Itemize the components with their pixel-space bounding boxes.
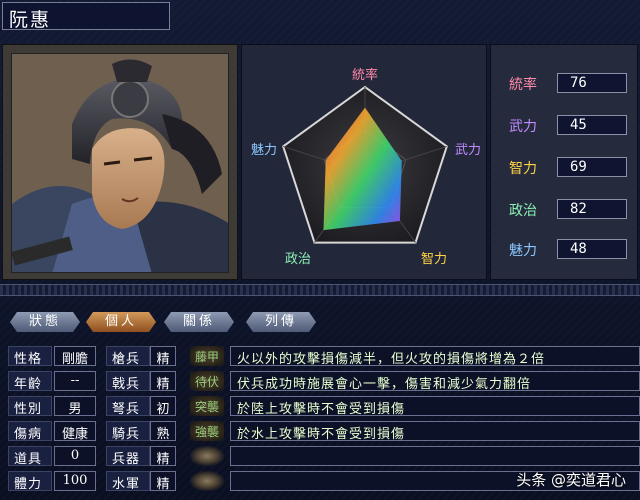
section-divider (0, 284, 640, 296)
stat-value: 76 (557, 73, 627, 93)
stat-row-politics: 政治 82 (501, 199, 629, 219)
officer-name: 阮惠 (2, 2, 170, 31)
stat-label: 統率 (509, 77, 537, 93)
stat-row-intelligence: 智力 69 (501, 157, 629, 177)
stat-row-charm: 魅力 48 (501, 239, 629, 259)
stat-label: 智力 (509, 161, 537, 177)
tab-status[interactable]: 狀態 (10, 312, 80, 332)
stat-row-war: 武力 45 (501, 115, 629, 135)
skill-description: 於陸上攻擊時不會受到損傷 (230, 396, 640, 416)
tab-personal[interactable]: 個人 (86, 312, 156, 332)
portrait-frame (2, 44, 238, 280)
radar-label-leadership: 統率 (352, 67, 378, 83)
troop-aptitude: 熟 (150, 421, 176, 442)
officer-portrait (11, 53, 229, 273)
stat-label: 魅力 (509, 243, 537, 259)
trait-label: 年齡 (8, 371, 52, 392)
trait-label: 傷病 (8, 421, 52, 442)
skill-icon[interactable]: 突襲 (190, 396, 224, 416)
troop-label: 戟兵 (106, 371, 150, 392)
trait-label: 體力 (8, 471, 52, 492)
stat-value: 82 (557, 199, 627, 219)
radar-label-intelligence: 智力 (421, 252, 447, 267)
trait-value: 0 (54, 446, 96, 466)
trait-value: 健康 (54, 421, 96, 442)
troop-aptitude: 精 (150, 346, 176, 367)
trait-value: 100 (54, 471, 96, 491)
radar-label-politics: 政治 (285, 252, 311, 267)
empty-skill-slot-icon (190, 446, 224, 466)
troop-label: 兵器 (106, 446, 150, 467)
stat-value: 48 (557, 239, 627, 259)
trait-label: 性格 (8, 346, 52, 367)
radar-chart: 統率 武力 智力 政治 魅力 (251, 67, 481, 267)
troop-aptitude: 精 (150, 371, 176, 392)
stat-value: 45 (557, 115, 627, 135)
trait-value: 男 (54, 396, 96, 417)
watermark: 头条 @奕道君心 (516, 471, 626, 489)
trait-label: 道具 (8, 446, 52, 467)
skill-description: 於水上攻擊時不會受到損傷 (230, 421, 640, 441)
trait-label: 性別 (8, 396, 52, 417)
troop-aptitude: 初 (150, 396, 176, 417)
troop-aptitude: 精 (150, 471, 176, 492)
stat-row-leadership: 統率 76 (501, 73, 629, 93)
tab-relations[interactable]: 關係 (164, 312, 234, 332)
tab-biography[interactable]: 列傳 (246, 312, 316, 332)
radar-label-charm: 魅力 (251, 143, 277, 158)
skill-description: 火以外的攻擊損傷減半，但火攻的損傷將增為２倍 (230, 346, 640, 366)
stat-label: 武力 (509, 119, 537, 135)
troop-label: 騎兵 (106, 421, 150, 442)
skill-icon[interactable]: 強襲 (190, 421, 224, 441)
stats-panel: 統率 76 武力 45 智力 69 政治 82 魅力 48 (490, 44, 638, 280)
stat-label: 政治 (509, 203, 537, 219)
trait-value: 剛膽 (54, 346, 96, 367)
troop-aptitude: 精 (150, 446, 176, 467)
radar-chart-panel: 統率 武力 智力 政治 魅力 (241, 44, 487, 280)
skill-icon[interactable]: 藤甲 (190, 346, 224, 366)
troop-label: 槍兵 (106, 346, 150, 367)
skill-icon[interactable]: 待伏 (190, 371, 224, 391)
empty-skill-slot-icon (190, 471, 224, 491)
troop-label: 水軍 (106, 471, 150, 492)
skill-description-empty (230, 446, 640, 466)
skill-description: 伏兵成功時施展會心一擊，傷害和減少氣力翻倍 (230, 371, 640, 391)
radar-label-war: 武力 (455, 143, 481, 158)
troop-label: 弩兵 (106, 396, 150, 417)
stat-value: 69 (557, 157, 627, 177)
trait-value: -- (54, 371, 96, 391)
